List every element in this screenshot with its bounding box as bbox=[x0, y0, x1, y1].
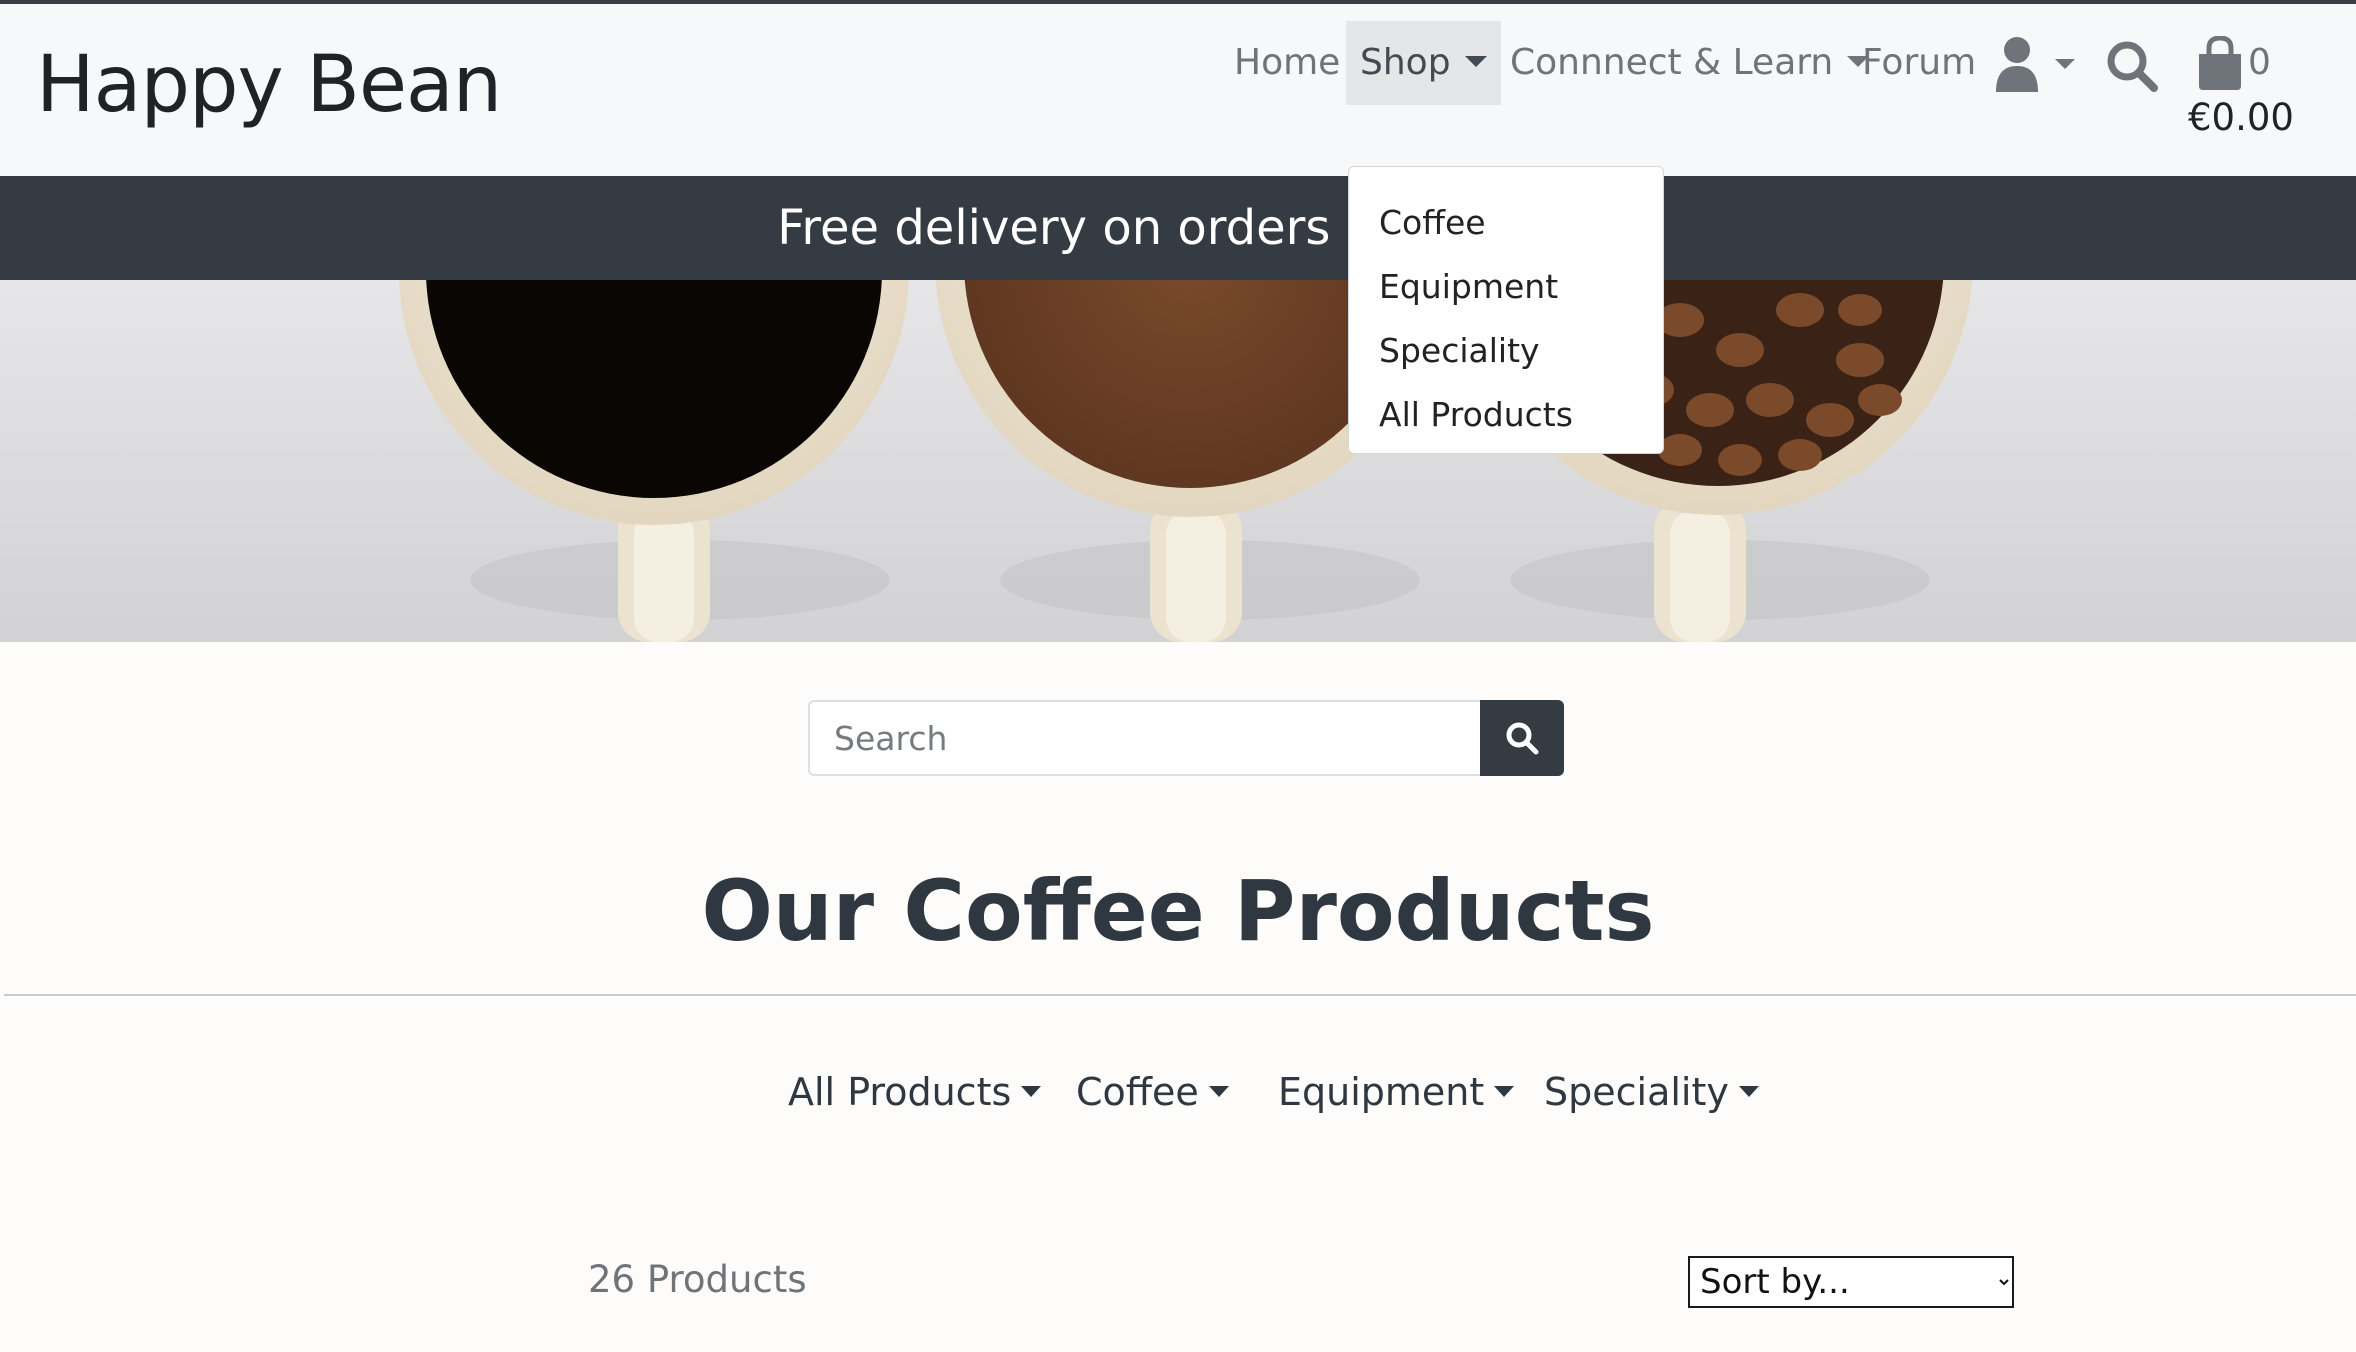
user-icon bbox=[1996, 37, 2075, 92]
category-speciality[interactable]: Speciality bbox=[1544, 1070, 1759, 1114]
search-toggle[interactable] bbox=[2106, 40, 2158, 92]
nav-shop[interactable]: Shop bbox=[1346, 21, 1501, 105]
category-equipment[interactable]: Equipment bbox=[1278, 1070, 1515, 1114]
site-header: Happy Bean Home Shop Connnect & Learn Fo… bbox=[0, 4, 2356, 176]
delivery-banner: Free delivery on orders over €50! bbox=[0, 176, 2356, 280]
account-menu[interactable] bbox=[1994, 34, 2078, 94]
product-count: 26 Products bbox=[588, 1258, 807, 1301]
chevron-down-icon bbox=[1464, 55, 1487, 67]
nav-shop-label: Shop bbox=[1360, 42, 1451, 83]
hero-image bbox=[0, 280, 2356, 642]
nav-connect-label: Connnect & Learn bbox=[1510, 42, 1834, 83]
chevron-down-icon bbox=[1208, 1086, 1229, 1097]
chevron-down-icon bbox=[1494, 1086, 1515, 1097]
brand-logo[interactable]: Happy Bean bbox=[36, 40, 502, 130]
dropdown-item-all-products[interactable]: All Products bbox=[1349, 383, 1663, 447]
bag-total: €0.00 bbox=[2188, 96, 2294, 139]
category-coffee[interactable]: Coffee bbox=[1076, 1070, 1229, 1114]
category-label: Speciality bbox=[1544, 1070, 1729, 1114]
search-submit-button[interactable] bbox=[1480, 700, 1564, 776]
dropdown-item-equipment[interactable]: Equipment bbox=[1349, 255, 1663, 319]
dropdown-item-coffee[interactable]: Coffee bbox=[1349, 191, 1663, 255]
search-icon bbox=[1506, 722, 1539, 755]
bag-count: 0 bbox=[2248, 42, 2271, 83]
nav-connect-learn[interactable]: Connnect & Learn bbox=[1510, 21, 1870, 105]
nav-forum[interactable]: Forum bbox=[1862, 21, 1976, 105]
category-label: All Products bbox=[788, 1070, 1012, 1114]
page-title: Our Coffee Products bbox=[701, 862, 1655, 960]
nav-home[interactable]: Home bbox=[1234, 21, 1340, 105]
bag-link[interactable] bbox=[2196, 35, 2244, 92]
search-input[interactable] bbox=[808, 700, 1482, 776]
sort-select[interactable]: Sort by... bbox=[1688, 1256, 2014, 1308]
search-icon bbox=[2107, 41, 2158, 92]
category-label: Coffee bbox=[1076, 1070, 1199, 1114]
chevron-down-icon bbox=[1738, 1086, 1759, 1097]
dropdown-item-speciality[interactable]: Speciality bbox=[1349, 319, 1663, 383]
shop-dropdown-menu: Coffee Equipment Speciality All Products bbox=[1348, 166, 1664, 454]
category-label: Equipment bbox=[1278, 1070, 1485, 1114]
shopping-bag-icon bbox=[2199, 35, 2241, 90]
coffee-cups-image bbox=[0, 280, 2356, 642]
chevron-down-icon bbox=[1021, 1086, 1042, 1097]
search-form bbox=[808, 700, 1564, 776]
category-all-products[interactable]: All Products bbox=[788, 1070, 1042, 1114]
title-divider bbox=[4, 994, 2356, 996]
